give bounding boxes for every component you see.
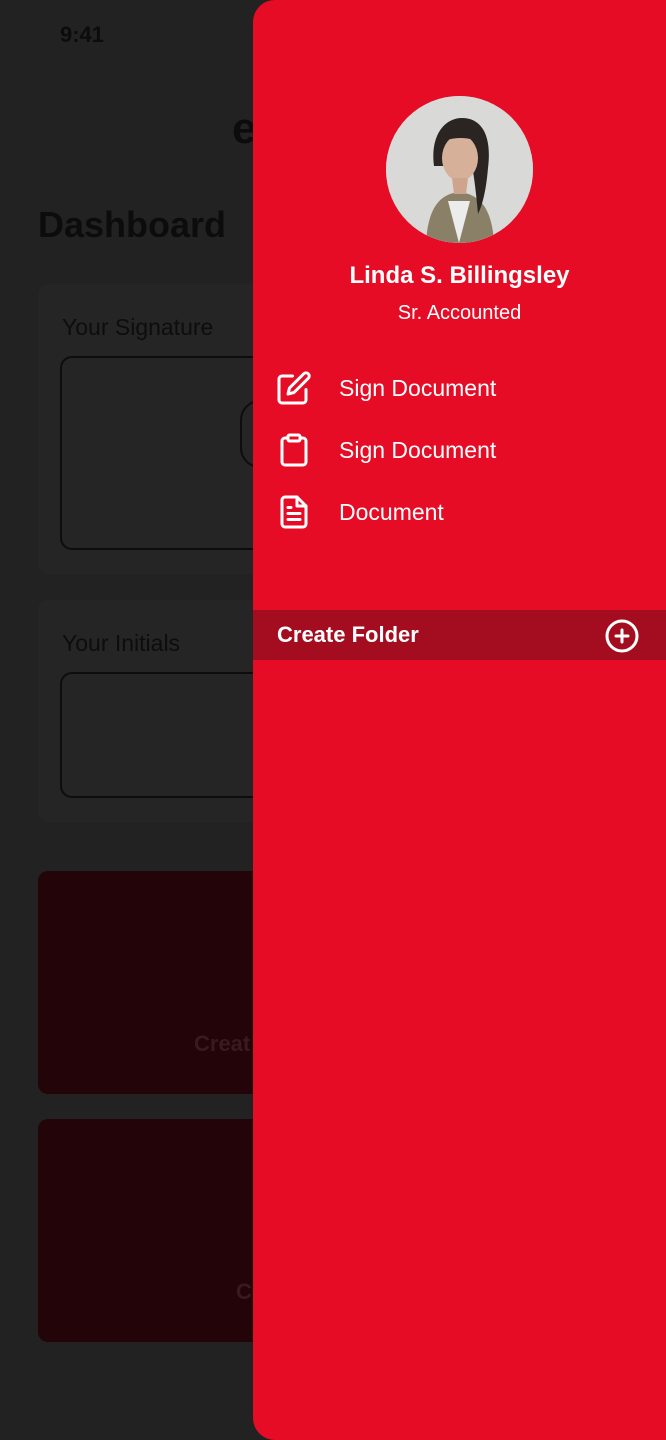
user-photo xyxy=(386,96,533,243)
status-bar-time: 9:41 xyxy=(60,22,105,47)
edit-icon xyxy=(275,369,313,407)
action-card-label: C xyxy=(236,1279,252,1304)
user-role: Sr. Accounted xyxy=(397,302,522,324)
initials-card-label: Your Initials xyxy=(62,630,181,656)
menu-item-sign-document[interactable]: Sign Document xyxy=(275,366,635,410)
clipboard-icon xyxy=(275,431,313,469)
menu-item-label: Document xyxy=(339,498,444,525)
plus-circle-icon[interactable] xyxy=(604,618,640,654)
menu-item-label: Sign Document xyxy=(339,436,497,463)
file-text-icon xyxy=(275,493,313,531)
create-folder-label: Create Folder xyxy=(277,622,419,647)
create-folder-button[interactable]: Create Folder xyxy=(253,610,666,660)
signature-card-label: Your Signature xyxy=(62,314,214,340)
action-card-label: Creat xyxy=(194,1031,251,1056)
page-title: Dashboard xyxy=(38,204,227,245)
menu-item-label: Sign Document xyxy=(339,374,497,401)
user-name: Linda S. Billingsley xyxy=(349,262,570,289)
menu-item-document[interactable]: Document xyxy=(275,490,635,534)
menu-item-sign-document-clipboard[interactable]: Sign Document xyxy=(275,428,635,472)
avatar[interactable] xyxy=(386,96,533,243)
side-drawer: Linda S. Billingsley Sr. Accounted Sign … xyxy=(253,0,666,1440)
